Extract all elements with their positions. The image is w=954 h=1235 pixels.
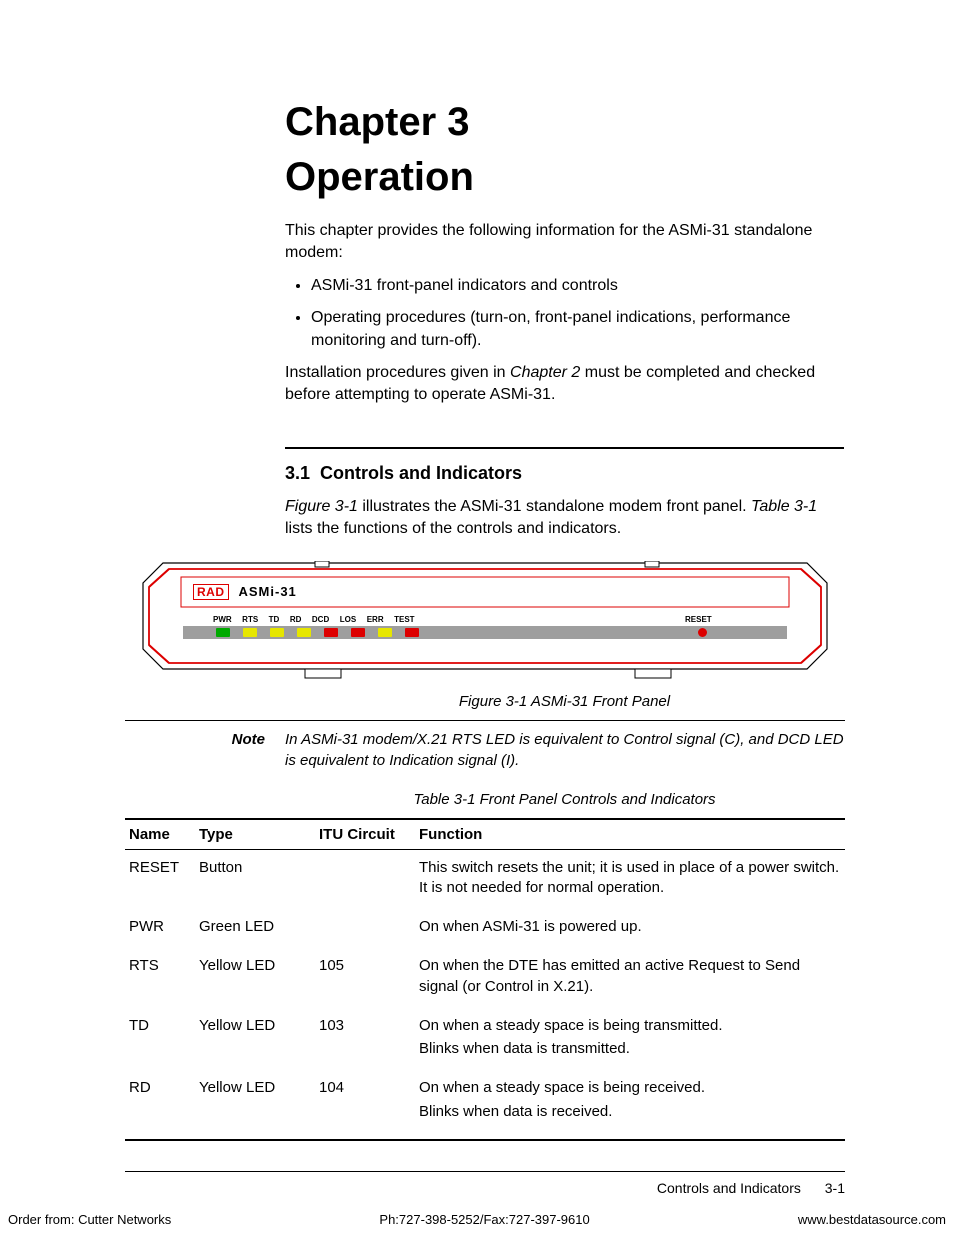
table-row: RTSYellow LED105On when the DTE has emit… <box>125 948 845 1008</box>
chapter-title: Operation <box>285 155 844 200</box>
led-yellow <box>243 628 257 637</box>
front-panel-figure: RAD ASMi-31 PWR RTS TD RD DCD LOS ERR TEST RESE… <box>125 561 845 681</box>
page-footer: Controls and Indicators 3-1 <box>125 1180 845 1196</box>
cell-itu: 103 <box>315 1008 415 1071</box>
footer-section: Controls and Indicators <box>657 1180 801 1196</box>
cell-function: On when a steady space is being received… <box>415 1070 845 1140</box>
table-ref: Table 3-1 <box>751 498 817 515</box>
led-label: RD <box>290 615 302 624</box>
led-strip <box>183 626 787 639</box>
figure-caption: Figure 3-1 ASMi-31 Front Panel <box>285 693 844 710</box>
function-line: This switch resets the unit; it is used … <box>419 858 841 899</box>
cell-type: Yellow LED <box>195 1070 315 1140</box>
list-item: Operating procedures (turn-on, front-pan… <box>311 307 844 352</box>
cell-type: Yellow LED <box>195 1008 315 1071</box>
function-line: On when a steady space is being transmit… <box>419 1016 841 1036</box>
footer-page: 3-1 <box>825 1180 845 1196</box>
cell-name: PWR <box>125 909 195 948</box>
note-label: Note <box>125 729 285 771</box>
led-yellow <box>378 628 392 637</box>
table-row: PWRGreen LED On when ASMi-31 is powered u… <box>125 909 845 948</box>
reset-button-icon <box>698 628 707 637</box>
cell-function: On when the DTE has emitted an active Re… <box>415 948 845 1008</box>
text: lists the functions of the controls and … <box>285 520 621 537</box>
intro-para: This chapter provides the following info… <box>285 220 844 265</box>
led-yellow <box>270 628 284 637</box>
table-caption: Table 3-1 Front Panel Controls and Indic… <box>285 791 844 808</box>
chapter-number: Chapter 3 <box>285 100 844 145</box>
post-bullets-para: Installation procedures given in Chapter… <box>285 362 844 407</box>
cell-type: Yellow LED <box>195 948 315 1008</box>
th-function: Function <box>415 819 845 850</box>
text: illustrates the ASMi-31 standalone modem… <box>358 498 751 515</box>
function-line: Blinks when data is received. <box>419 1102 841 1122</box>
function-line: On when a steady space is being received… <box>419 1078 841 1098</box>
cell-itu: 104 <box>315 1070 415 1140</box>
cell-type: Button <box>195 849 315 909</box>
led-label: PWR <box>213 615 232 624</box>
led-green <box>216 628 230 637</box>
bottom-bar: Order from: Cutter Networks Ph:727-398-5… <box>0 1212 954 1227</box>
cell-function: On when a steady space is being transmit… <box>415 1008 845 1071</box>
function-line: On when ASMi-31 is powered up. <box>419 917 841 937</box>
cell-name: RD <box>125 1070 195 1140</box>
model-label: ASMi-31 <box>239 584 297 599</box>
bottom-left: Order from: Cutter Networks <box>8 1212 171 1227</box>
led-labels-row: PWR RTS TD RD DCD LOS ERR TEST <box>213 615 415 624</box>
cell-itu: 105 <box>315 948 415 1008</box>
table-row: RDYellow LED104On when a steady space is… <box>125 1070 845 1140</box>
bottom-center: Ph:727-398-5252/Fax:727-397-9610 <box>379 1212 589 1227</box>
controls-table: Name Type ITU Circuit Function RESETButt… <box>125 818 845 1141</box>
cell-itu <box>315 849 415 909</box>
cell-name: TD <box>125 1008 195 1071</box>
led-label: TEST <box>394 615 414 624</box>
table-row: TDYellow LED103On when a steady space is… <box>125 1008 845 1071</box>
cell-function: On when ASMi-31 is powered up. <box>415 909 845 948</box>
note-block: Note In ASMi-31 modem/X.21 RTS LED is eq… <box>125 720 845 771</box>
led-red <box>405 628 419 637</box>
list-item: ASMi-31 front-panel indicators and contr… <box>311 275 844 297</box>
cell-function: This switch resets the unit; it is used … <box>415 849 845 909</box>
figure-ref: Figure 3-1 <box>285 498 358 515</box>
section-title: Controls and Indicators <box>320 463 522 483</box>
led-label: LOS <box>340 615 356 624</box>
th-itu: ITU Circuit <box>315 819 415 850</box>
text: Installation procedures given in <box>285 364 510 381</box>
reset-label: RESET <box>685 615 712 624</box>
section-heading: 3.1 Controls and Indicators <box>285 463 844 484</box>
note-text: In ASMi-31 modem/X.21 RTS LED is equival… <box>285 729 845 771</box>
bottom-right: www.bestdatasource.com <box>798 1212 946 1227</box>
bullet-list: ASMi-31 front-panel indicators and contr… <box>311 275 844 352</box>
chapter-ref: Chapter 2 <box>510 364 580 381</box>
led-label: DCD <box>312 615 329 624</box>
function-line: On when the DTE has emitted an active Re… <box>419 956 841 997</box>
th-type: Type <box>195 819 315 850</box>
led-yellow <box>297 628 311 637</box>
cell-name: RESET <box>125 849 195 909</box>
section-divider <box>285 447 844 449</box>
cell-itu <box>315 909 415 948</box>
section-number: 3.1 <box>285 463 310 483</box>
section-para: Figure 3-1 illustrates the ASMi-31 stand… <box>285 496 844 541</box>
footer-divider <box>125 1171 845 1172</box>
led-red <box>324 628 338 637</box>
cell-type: Green LED <box>195 909 315 948</box>
table-row: RESETButton This switch resets the unit; … <box>125 849 845 909</box>
th-name: Name <box>125 819 195 850</box>
brand-logo: RAD <box>193 584 229 600</box>
led-label: TD <box>269 615 280 624</box>
led-red <box>351 628 365 637</box>
function-line: Blinks when data is transmitted. <box>419 1039 841 1059</box>
led-label: ERR <box>367 615 384 624</box>
cell-name: RTS <box>125 948 195 1008</box>
led-label: RTS <box>242 615 258 624</box>
